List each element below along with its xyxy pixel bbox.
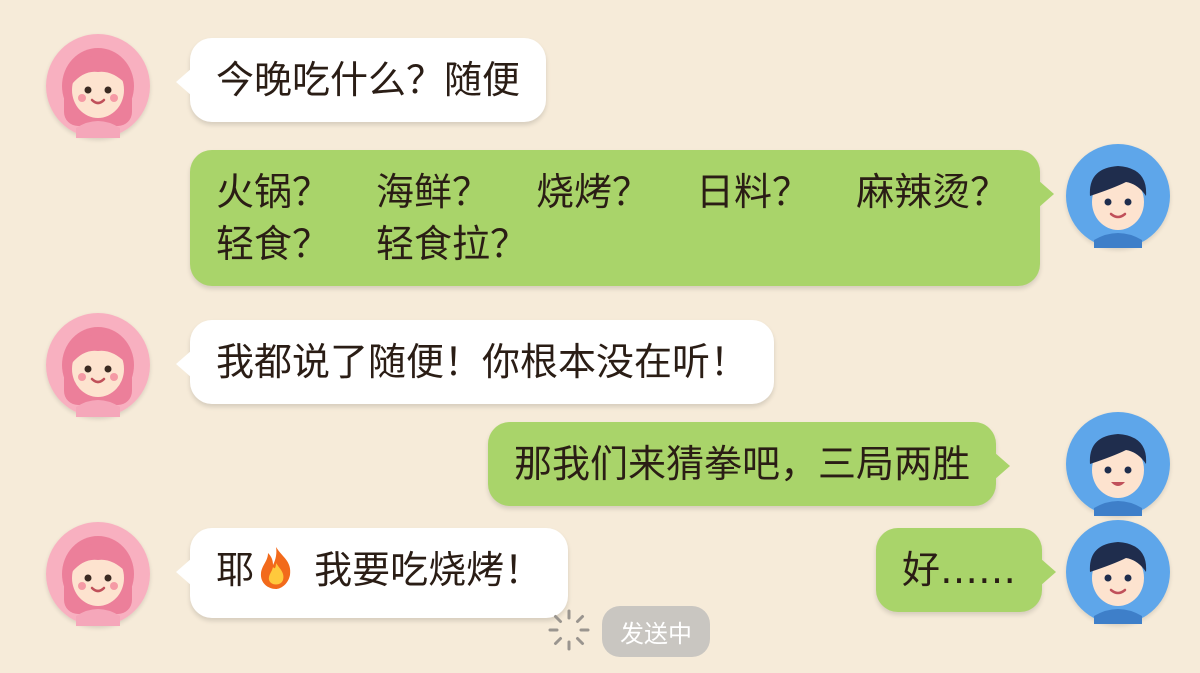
message-text: 好…… xyxy=(902,548,1017,592)
message-text-after: 我要吃烧烤！ xyxy=(302,548,543,592)
message-bubble-2[interactable]: 火锅？ 海鲜？ 烧烤？ 日料？ 麻辣烫？ 轻食？ 轻食拉？ xyxy=(190,150,1054,286)
food-option: 烧烤？ xyxy=(536,170,651,214)
loading-spinner-icon xyxy=(546,607,592,657)
girl-avatar[interactable] xyxy=(46,313,150,417)
boy-avatar[interactable] xyxy=(1066,144,1170,248)
food-option: 轻食？ xyxy=(216,222,331,266)
status-label: 发送中 xyxy=(602,606,710,657)
food-option: 轻食拉？ xyxy=(376,222,529,266)
food-option: 火锅？ xyxy=(216,170,331,214)
message-text: 那我们来猜拳吧，三局两胜 xyxy=(514,442,971,486)
message-bubble-5[interactable]: 耶 我要吃烧烤！ xyxy=(175,528,569,618)
message-text: 今晚吃什么？随便 xyxy=(216,58,521,102)
boy-avatar[interactable] xyxy=(1066,412,1170,516)
girl-avatar[interactable] xyxy=(46,522,150,626)
message-bubble-3[interactable]: 我都说了随便！你根本没在听！ xyxy=(175,320,775,404)
message-bubble-6[interactable]: 好…… xyxy=(876,528,1057,612)
food-options: 火锅？ 海鲜？ 烧烤？ 日料？ 麻辣烫？ 轻食？ 轻食拉？ xyxy=(216,166,1014,270)
chat-area: 今晚吃什么？随便 火锅？ 海鲜？ 烧烤？ 日料？ 麻辣烫？ 轻食？ 轻食拉？ 我… xyxy=(0,0,1200,673)
food-option: 海鲜？ xyxy=(376,170,491,214)
food-option: 日料？ xyxy=(696,170,811,214)
message-bubble-1[interactable]: 今晚吃什么？随便 xyxy=(175,38,547,122)
girl-avatar[interactable] xyxy=(46,34,150,138)
message-text-before: 耶 xyxy=(216,548,255,592)
fire-emoji-icon xyxy=(256,545,296,602)
message-bubble-4[interactable]: 那我们来猜拳吧，三局两胜 xyxy=(488,422,1011,506)
boy-avatar[interactable] xyxy=(1066,520,1170,624)
message-text: 我都说了随便！你根本没在听！ xyxy=(216,340,749,384)
sending-status: 发送中 xyxy=(546,606,710,657)
food-option: 麻辣烫？ xyxy=(856,170,1009,214)
